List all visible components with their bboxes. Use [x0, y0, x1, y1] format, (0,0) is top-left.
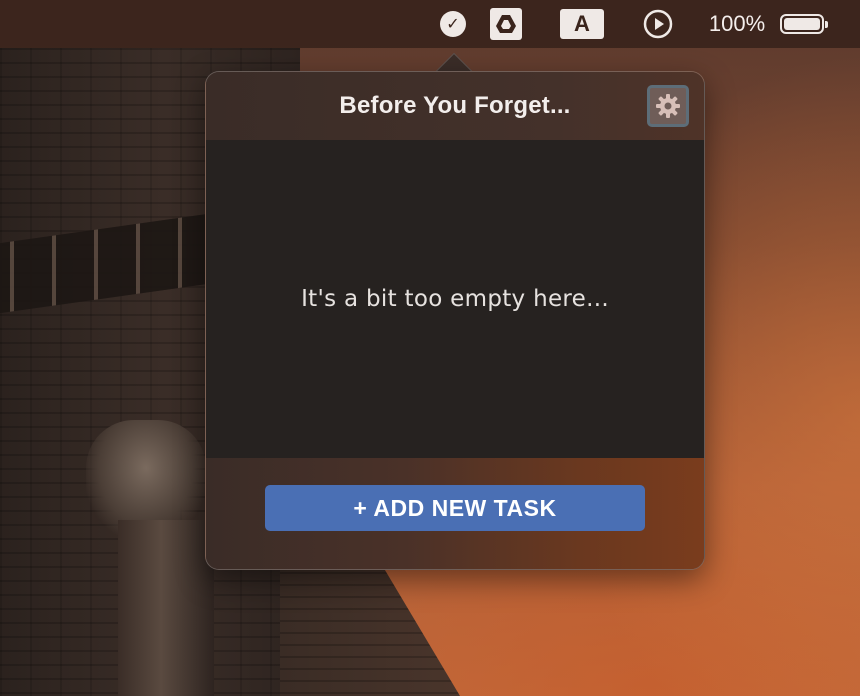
battery-icon [780, 14, 828, 34]
popover-title: Before You Forget... [339, 92, 571, 119]
popover-header: Before You Forget... [206, 72, 704, 140]
tasks-menubar-item[interactable]: ✓ [438, 0, 468, 48]
play-circle-icon [643, 9, 673, 39]
empty-state-message: It's a bit too empty here... [301, 286, 609, 312]
input-source-letter: A [574, 11, 590, 36]
google-drive-menubar-item[interactable] [490, 0, 522, 48]
settings-button[interactable] [647, 85, 689, 127]
wallpaper-column [118, 520, 214, 696]
check-circle-icon: ✓ [440, 11, 466, 37]
battery-menubar-item[interactable] [776, 0, 828, 48]
google-drive-icon [490, 8, 522, 40]
now-playing-menubar-item[interactable] [642, 0, 674, 48]
add-new-task-button[interactable]: + ADD NEW TASK [265, 485, 645, 531]
check-glyph: ✓ [446, 16, 460, 33]
battery-percentage[interactable]: 100% [700, 0, 774, 48]
input-source-icon: A [560, 9, 604, 39]
menu-bar: ✓ A 100% [0, 0, 860, 48]
gear-icon [656, 94, 680, 118]
task-list-area: It's a bit too empty here... [206, 140, 704, 458]
tasks-popover: Before You Forget... It's a bit too empt… [205, 71, 705, 570]
battery-level-fill [784, 18, 820, 30]
wallpaper-building-wall [280, 560, 460, 696]
input-source-menubar-item[interactable]: A [560, 0, 604, 48]
popover-arrow [433, 49, 473, 73]
popover-footer: + ADD NEW TASK [206, 458, 704, 569]
